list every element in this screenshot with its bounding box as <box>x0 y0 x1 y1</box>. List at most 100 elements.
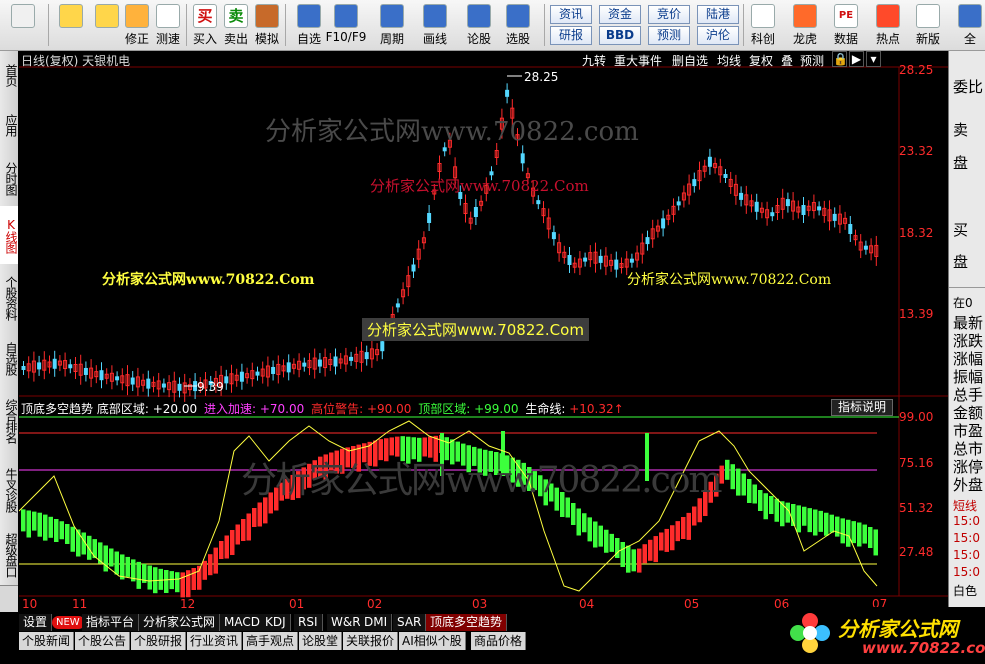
star-button[interactable]: 自选 <box>294 2 324 48</box>
candle-body <box>115 376 120 381</box>
indicator-tab-6[interactable]: RSI <box>294 614 323 631</box>
chip-7[interactable]: 沪伦 <box>697 26 739 45</box>
discuss-button[interactable]: 论股 <box>464 2 494 48</box>
indicator-tab-10[interactable]: 顶底多空趋势 <box>426 614 508 631</box>
chip-0[interactable]: 资讯 <box>550 5 592 24</box>
candle-body <box>286 362 291 373</box>
lifeline-label: 生命线: <box>525 402 566 416</box>
candle-body <box>770 212 775 217</box>
trend-bar <box>241 519 246 541</box>
news-tab-3[interactable]: 行业资讯 <box>187 632 243 650</box>
indicator-tab-9[interactable]: SAR <box>393 614 427 631</box>
news-tab-2[interactable]: 个股研报 <box>131 632 187 650</box>
news-tab-1[interactable]: 个股公告 <box>75 632 131 650</box>
header-button-2[interactable]: 删自选 <box>672 52 708 69</box>
trend-bar <box>692 506 697 526</box>
candle-body <box>302 362 307 367</box>
candle-body <box>130 377 135 385</box>
pe-button[interactable]: PE 数据 <box>831 2 861 48</box>
chip-6[interactable]: 预测 <box>648 26 690 45</box>
accel-label: 进入加速: <box>203 402 257 416</box>
f10-button[interactable]: F10/F9 <box>326 2 366 48</box>
chip-2[interactable]: 竞价 <box>648 5 690 24</box>
header-button-3[interactable]: 均线 <box>717 52 741 69</box>
lifeline-value: +10.32↑ <box>569 402 624 416</box>
news-tab-4[interactable]: 高手观点 <box>243 632 299 650</box>
header-button-0[interactable]: 九转 <box>582 52 606 69</box>
dropdown-icon[interactable]: ▾ <box>866 51 881 67</box>
warn-label: 高位警告: <box>311 402 364 416</box>
left-tab-0[interactable]: 首页 <box>0 51 18 100</box>
candle-body <box>224 376 229 384</box>
trend-bar <box>70 526 75 552</box>
indicator-tab-3[interactable]: 分析家公式网 <box>139 614 221 631</box>
dragon-button[interactable]: 龙虎 <box>790 2 820 48</box>
left-tab-2[interactable]: 分时图 <box>0 151 18 207</box>
pencil-button[interactable]: 画线 <box>420 2 450 48</box>
indicator-tab-5[interactable]: KDJ <box>261 614 291 631</box>
candle-body <box>551 232 556 240</box>
chip-5[interactable]: BBD <box>599 26 641 45</box>
chart-thumb-icon <box>751 4 775 28</box>
indicator-tab-4[interactable]: MACD <box>220 614 265 631</box>
left-tab-4[interactable]: 个股资料 <box>0 264 18 332</box>
indicator-tab-0[interactable]: 设置 <box>19 614 53 631</box>
hammer-button[interactable]: 模拟 <box>252 2 282 48</box>
trend-bar <box>175 572 180 593</box>
chip-3[interactable]: 陆港 <box>697 5 739 24</box>
header-button-4[interactable]: 复权 <box>749 52 773 69</box>
left-tab-7[interactable]: 牛叉诊股 <box>0 455 18 526</box>
indicator-tab-2[interactable]: 指标平台 <box>82 614 140 631</box>
news-tab-8[interactable]: 商品价格 <box>471 632 527 650</box>
trend-bar <box>65 524 70 544</box>
candle-body <box>68 364 73 369</box>
clock-button[interactable]: 测速 <box>153 2 183 48</box>
candle-body <box>583 257 588 262</box>
window-button[interactable]: 新版 <box>913 2 943 48</box>
star-icon <box>297 4 321 28</box>
left-tab-5[interactable]: 自选股 <box>0 331 18 387</box>
header-button-6[interactable]: 预测 <box>800 52 824 69</box>
candle-body <box>333 356 338 367</box>
chip-1[interactable]: 资金 <box>599 5 641 24</box>
trend-bar <box>675 521 680 542</box>
clock-icon <box>156 4 180 28</box>
left-tab-8[interactable]: 超级盘口 <box>0 525 18 586</box>
news-tab-6[interactable]: 关联报价 <box>343 632 399 650</box>
toolbar-separator <box>285 4 286 46</box>
bottom-zone-label: 底部区域: <box>96 402 149 416</box>
left-tab-3[interactable]: K线图 <box>0 206 18 265</box>
trend-bar <box>637 548 642 573</box>
watermark-yellow-left: 分析家公式网www.70822.Com <box>102 272 315 288</box>
chart-thumb-button[interactable]: 科创 <box>748 2 778 48</box>
globe-button[interactable]: 全 <box>955 2 985 48</box>
cycle-button[interactable]: 周期 <box>377 2 407 48</box>
windows-button[interactable] <box>8 2 38 48</box>
news-tab-5[interactable]: 论股堂 <box>299 632 343 650</box>
trend-bar <box>114 551 119 575</box>
left-tab-1[interactable]: 应用 <box>0 99 18 152</box>
select-stock-button[interactable]: 选股 <box>503 2 533 48</box>
indicator-tab-8[interactable]: DMI <box>360 614 393 631</box>
warn-value: +90.00 <box>366 402 412 416</box>
news-tab-0[interactable]: 个股新闻 <box>19 632 75 650</box>
trend-bar <box>43 514 48 541</box>
candle-body <box>99 370 104 381</box>
header-button-5[interactable]: 叠 <box>781 52 793 69</box>
indicator-help-button[interactable]: 指标说明 <box>831 399 893 416</box>
toolbar-separator <box>544 4 545 46</box>
header-button-1[interactable]: 重大事件 <box>614 52 662 69</box>
news-tab-7[interactable]: AI相似个股 <box>399 632 466 650</box>
lock-icon[interactable]: 🔒 <box>832 51 848 67</box>
chip-4[interactable]: 研报 <box>550 26 592 45</box>
pin-icon[interactable]: ▶ <box>849 51 864 67</box>
hot-button[interactable]: 热点 <box>873 2 903 48</box>
candle-body <box>177 383 182 391</box>
trend-bar <box>829 514 834 533</box>
left-tab-6[interactable]: 综合排名 <box>0 386 18 456</box>
candle-body <box>520 153 525 164</box>
indicator-tab-1[interactable]: NEW <box>52 616 85 629</box>
kline-chart-area[interactable]: 日线(复权) 天银机电 九转 重大事件 删自选 均线 复权叠预测 🔒 ▶ ▾ 28.25 23… <box>19 51 948 612</box>
trend-bar <box>659 532 664 551</box>
back-arrow-button[interactable] <box>56 2 86 48</box>
